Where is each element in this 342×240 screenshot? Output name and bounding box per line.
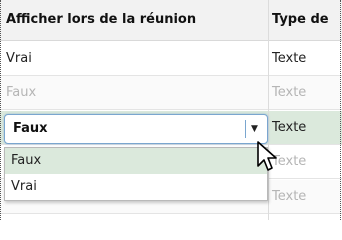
cell-type: Texte <box>272 51 307 66</box>
cell-type: Texte <box>272 85 307 100</box>
column-header-type[interactable]: Type de <box>272 0 342 40</box>
dropdown-option-faux[interactable]: Faux <box>5 148 267 174</box>
combo-dropdown-list: Faux Vrai <box>4 147 268 201</box>
cell-type: Texte <box>272 189 307 204</box>
table-row[interactable]: Vrai Texte <box>0 42 342 76</box>
grid-edge-left <box>0 0 1 220</box>
dropdown-option-vrai[interactable]: Vrai <box>5 174 267 200</box>
combo-divider <box>245 120 246 138</box>
chevron-down-icon[interactable]: ▼ <box>251 115 258 143</box>
cell-show-in-meeting: Vrai <box>6 51 32 66</box>
grid-header: Afficher lors de la réunion Type de <box>0 0 342 41</box>
arrow-cursor-icon <box>257 141 277 171</box>
table-row[interactable]: Faux Texte <box>0 76 342 110</box>
data-grid: Afficher lors de la réunion Type de Vrai… <box>0 0 342 220</box>
column-divider[interactable] <box>268 0 269 220</box>
cell-show-in-meeting: Faux <box>6 85 37 100</box>
column-header-show-in-meeting[interactable]: Afficher lors de la réunion <box>6 0 264 40</box>
grid-edge-right <box>340 0 341 220</box>
combo-selected-value: Faux <box>13 121 48 136</box>
boolean-combo-box[interactable]: Faux ▼ <box>4 114 268 144</box>
